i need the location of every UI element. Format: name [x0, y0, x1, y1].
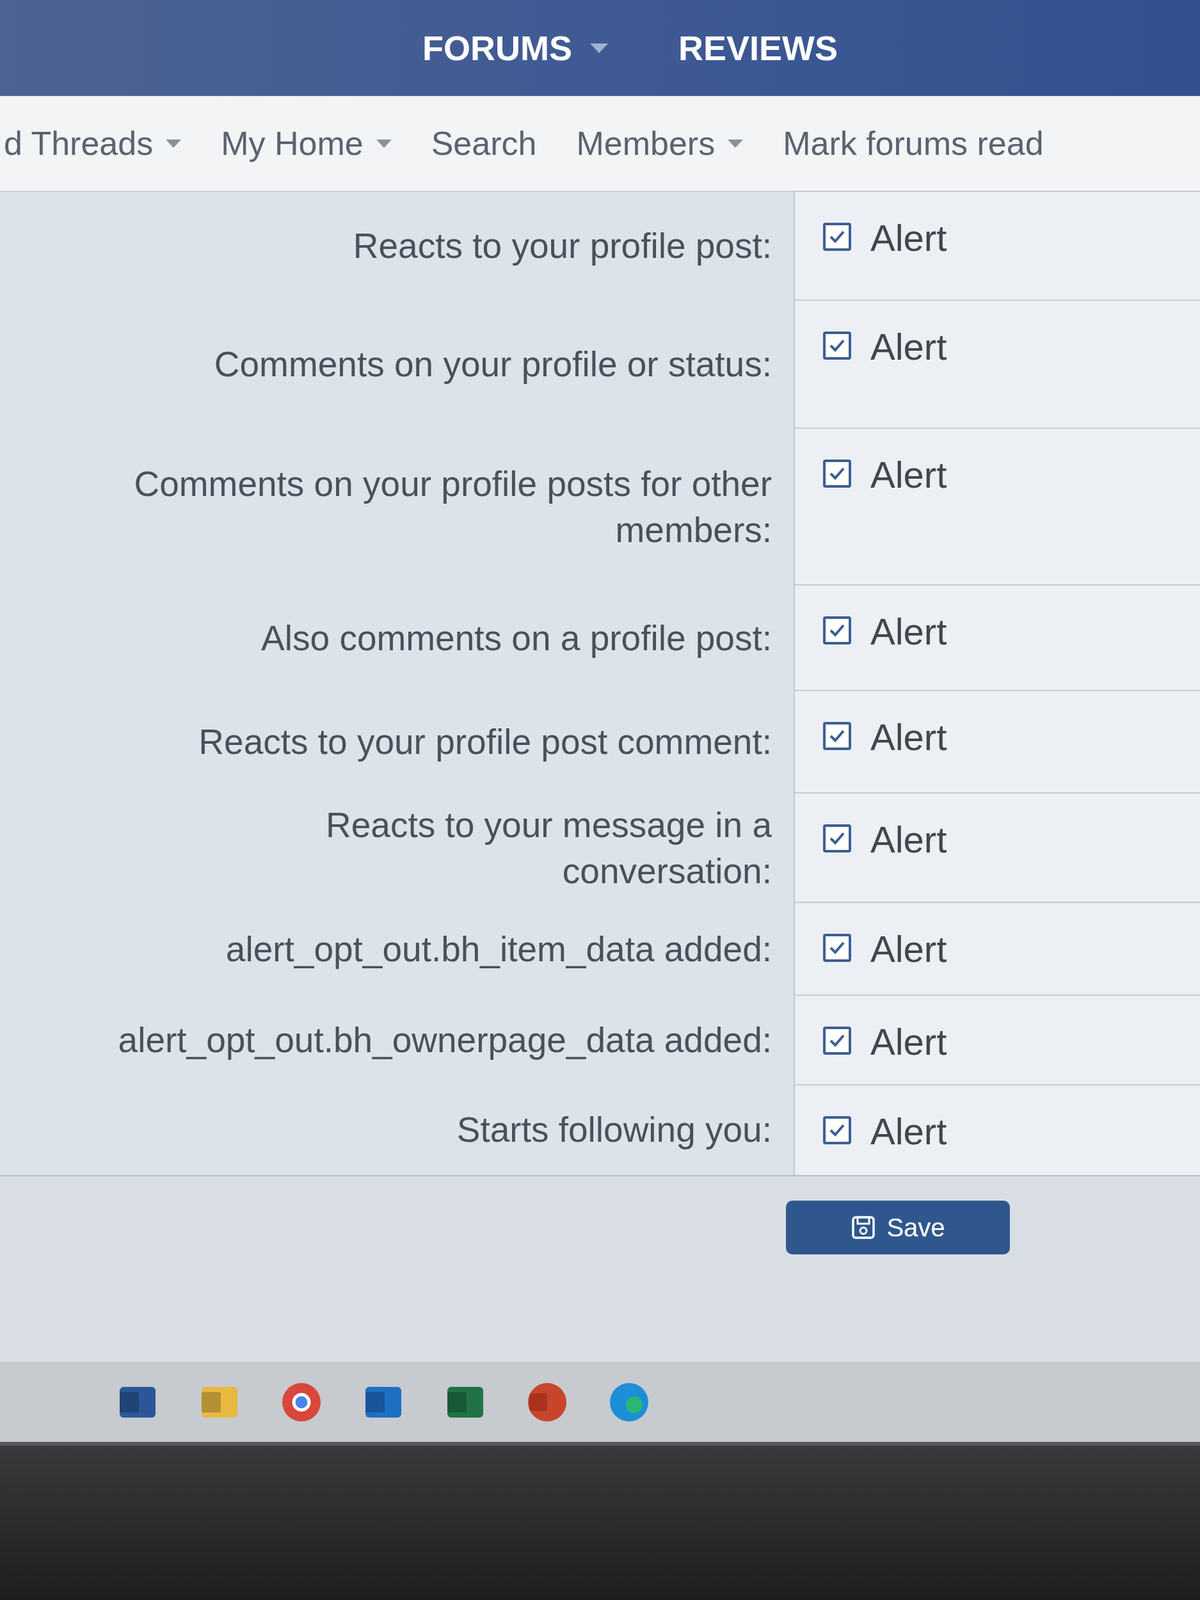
- preference-option: Alert: [793, 428, 1200, 586]
- option-label: Alert: [870, 928, 947, 970]
- preference-label: Comments on your profile or status:: [0, 300, 794, 429]
- sub-nav: d Threads My Home Search Members Mark forums…: [0, 96, 1200, 192]
- preference-row: alert_opt_out.bh_item_data added: Alert: [0, 903, 1200, 996]
- check-icon: [828, 621, 847, 640]
- preference-option: Alert: [793, 995, 1200, 1086]
- check-icon: [828, 829, 847, 848]
- option-label: Alert: [870, 454, 947, 496]
- preference-option: Alert: [793, 300, 1200, 429]
- preference-option: Alert: [793, 585, 1200, 692]
- preference-row: Also comments on a profile post: Alert: [0, 585, 1200, 692]
- explorer-icon[interactable]: [193, 1376, 246, 1428]
- sub-nav-item[interactable]: My Home: [220, 124, 392, 163]
- sub-nav-item[interactable]: d Threads: [3, 124, 182, 163]
- preference-option: Alert: [793, 903, 1200, 996]
- preference-label: Reacts to your message in a conversation…: [0, 793, 794, 904]
- sub-nav-label: Search: [431, 124, 537, 163]
- alert-checkbox[interactable]: [823, 824, 852, 853]
- excel-icon[interactable]: [439, 1376, 491, 1428]
- alert-checkbox[interactable]: [823, 721, 852, 751]
- option-label: Alert: [870, 716, 947, 758]
- top-nav-item[interactable]: REVIEWS: [678, 28, 838, 68]
- word-icon[interactable]: [112, 1376, 164, 1428]
- page: FORUMS REVIEWS d Threads My Home Search Membe…: [0, 0, 1200, 1600]
- option-label: Alert: [870, 217, 947, 259]
- preference-row: Reacts to your profile post: Alert: [0, 192, 1200, 301]
- preference-label: alert_opt_out.bh_ownerpage_data added:: [0, 995, 794, 1086]
- option-label: Alert: [870, 1021, 947, 1063]
- preference-label: Also comments on a profile post:: [0, 585, 794, 692]
- alert-checkbox[interactable]: [823, 459, 852, 488]
- alert-checkbox[interactable]: [823, 1026, 852, 1055]
- save-label: Save: [886, 1213, 945, 1243]
- preference-option: Alert: [793, 192, 1200, 301]
- check-icon: [828, 1031, 847, 1050]
- alert-checkbox[interactable]: [823, 222, 852, 251]
- alert-checkbox[interactable]: [823, 933, 852, 962]
- check-icon: [828, 227, 847, 246]
- preference-label: Comments on your profile posts for other…: [0, 428, 794, 586]
- taskbar: [0, 1361, 1200, 1446]
- caret-icon: [727, 139, 744, 148]
- caret-icon: [590, 43, 608, 54]
- top-nav-label: REVIEWS: [678, 28, 838, 68]
- sub-nav-label: My Home: [220, 124, 363, 163]
- preference-label: Reacts to your profile post:: [0, 192, 794, 301]
- preference-label: Reacts to your profile post comment:: [0, 691, 794, 794]
- preference-row: alert_opt_out.bh_ownerpage_data added: Al…: [0, 995, 1200, 1086]
- preference-option: Alert: [793, 691, 1200, 794]
- preference-row: Comments on your profile or status: Alert: [0, 300, 1200, 429]
- alert-checkbox[interactable]: [823, 1116, 852, 1145]
- monitor-bezel: [0, 1445, 1200, 1600]
- alert-checkbox[interactable]: [823, 616, 852, 645]
- sub-nav-item[interactable]: Search: [431, 124, 537, 163]
- check-icon: [828, 336, 847, 355]
- chrome-icon[interactable]: [275, 1376, 328, 1428]
- save-icon: [850, 1214, 877, 1241]
- check-icon: [828, 938, 847, 957]
- top-nav: FORUMS REVIEWS: [0, 0, 1200, 96]
- sub-nav-item[interactable]: Mark forums read: [782, 124, 1044, 163]
- preference-option: Alert: [793, 793, 1200, 904]
- preference-option: Alert: [793, 1085, 1200, 1176]
- preference-row: Comments on your profile posts for other…: [0, 428, 1200, 586]
- powerpoint-icon[interactable]: [521, 1376, 573, 1428]
- alert-checkbox[interactable]: [823, 331, 852, 360]
- preference-row: Reacts to your message in a conversation…: [0, 793, 1200, 904]
- option-label: Alert: [870, 326, 947, 368]
- top-nav-label: FORUMS: [422, 28, 573, 68]
- preference-label: Starts following you:: [0, 1085, 794, 1176]
- form-actions: Save: [0, 1176, 1200, 1318]
- edge-icon[interactable]: [603, 1376, 655, 1428]
- option-label: Alert: [870, 819, 947, 861]
- alert-preferences: Reacts to your profile post:AlertComment…: [0, 192, 1200, 1177]
- preference-row: Starts following you: Alert: [0, 1085, 1200, 1176]
- sub-nav-label: d Threads: [3, 124, 153, 163]
- preference-label: alert_opt_out.bh_item_data added:: [0, 903, 794, 996]
- check-icon: [828, 727, 847, 745]
- sub-nav-label: Members: [576, 124, 715, 163]
- top-nav-item[interactable]: FORUMS: [422, 28, 608, 68]
- save-button[interactable]: Save: [785, 1200, 1010, 1255]
- option-label: Alert: [870, 611, 947, 653]
- outlook-icon[interactable]: [357, 1376, 409, 1428]
- caret-icon: [376, 139, 392, 148]
- caret-icon: [165, 139, 182, 148]
- check-icon: [828, 1121, 847, 1140]
- check-icon: [828, 464, 847, 483]
- sub-nav-label: Mark forums read: [782, 124, 1044, 163]
- sub-nav-item[interactable]: Members: [576, 124, 744, 163]
- preference-row: Reacts to your profile post comment: Aler…: [0, 691, 1200, 794]
- option-label: Alert: [870, 1111, 947, 1152]
